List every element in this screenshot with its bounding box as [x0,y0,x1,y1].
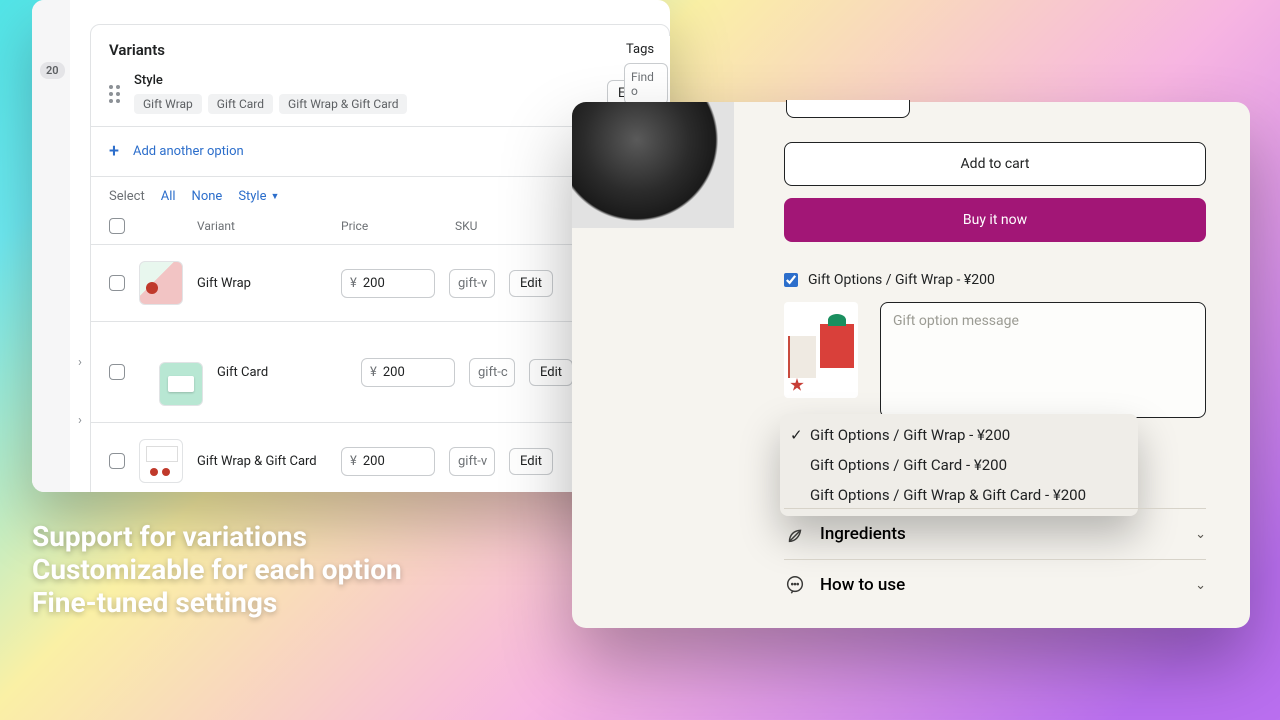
price-input[interactable]: ¥200 [361,358,455,387]
sku-input[interactable]: gift-c [469,358,515,387]
style-filter-dropdown[interactable]: Style▼ [238,189,279,204]
price-input[interactable]: ¥200 [341,269,435,298]
chevron-down-icon: ⌄ [1195,578,1206,593]
option-name: Style [134,73,593,88]
tags-search-input[interactable]: Find o [624,63,668,105]
option-pill: Gift Card [208,94,273,114]
marketing-tagline: Support for variations Customizable for … [32,520,402,619]
gift-option-label: Gift Options / Gift Wrap - ¥200 [808,272,995,288]
edit-variant-button[interactable]: Edit [529,359,573,386]
variant-name: Gift Wrap & Gift Card [197,454,327,469]
price-input[interactable]: ¥200 [341,447,435,476]
tagline-line: Support for variations [32,520,402,553]
th-sku: SKU [455,219,515,233]
th-variant: Variant [197,219,327,233]
chevron-down-icon: ⌄ [1195,527,1206,542]
option-values: Gift Wrap Gift Card Gift Wrap & Gift Car… [134,94,593,114]
accordion-ingredients[interactable]: Ingredients ⌄ [784,508,1206,559]
select-none-link[interactable]: None [192,189,223,204]
variant-name: Gift Card [217,365,347,380]
dropdown-option[interactable]: Gift Options / Gift Wrap - ¥200 [780,420,1138,450]
storefront-panel: Add to cart Buy it now Gift Options / Gi… [572,102,1250,628]
accordion-how-to-use[interactable]: How to use ⌄ [784,559,1206,610]
add-to-cart-button[interactable]: Add to cart [784,142,1206,186]
gift-option-dropdown[interactable]: Gift Options / Gift Wrap - ¥200 Gift Opt… [780,414,1138,516]
sku-input[interactable]: gift-v [449,447,495,476]
leaf-icon [784,523,806,545]
gift-message-textarea[interactable]: Gift option message [880,302,1206,418]
gift-option-checkbox[interactable] [784,273,798,287]
row-checkbox[interactable] [109,275,125,291]
gift-option-thumbnail [784,302,858,398]
row-checkbox[interactable] [109,364,125,380]
tags-label: Tags [624,36,670,63]
dropdown-option[interactable]: Gift Options / Gift Wrap & Gift Card - ¥… [780,480,1138,510]
buy-it-now-button[interactable]: Buy it now [784,198,1206,242]
variant-thumbnail[interactable] [139,261,183,305]
row-checkbox[interactable] [109,453,125,469]
variant-name: Gift Wrap [197,276,327,291]
tagline-line: Customizable for each option [32,553,402,586]
variant-thumbnail[interactable] [139,439,183,483]
product-image [572,102,734,228]
edit-variant-button[interactable]: Edit [509,270,553,297]
add-option-label: Add another option [133,144,244,159]
count-badge: 20 [40,62,65,79]
variant-thumbnail[interactable] [159,362,203,406]
select-label: Select [109,189,145,204]
select-all-checkbox[interactable] [109,218,125,234]
option-pill: Gift Wrap [134,94,202,114]
plus-icon: + [109,141,119,162]
th-price: Price [341,219,441,233]
drag-handle-icon[interactable] [109,85,120,103]
gift-option-checkbox-row[interactable]: Gift Options / Gift Wrap - ¥200 [784,272,1206,288]
accordion-title: How to use [820,575,1181,595]
caret-down-icon: ▼ [271,191,280,202]
edit-variant-button[interactable]: Edit [509,448,553,475]
accordion-title: Ingredients [820,524,1181,544]
quantity-selector[interactable] [786,100,910,118]
variants-heading: Variants [91,25,669,65]
select-all-link[interactable]: All [161,189,176,204]
sku-input[interactable]: gift-v [449,269,495,298]
chat-icon [784,574,806,596]
tagline-line: Fine-tuned settings [32,586,402,619]
option-pill: Gift Wrap & Gift Card [279,94,407,114]
product-accordion: Ingredients ⌄ How to use ⌄ [784,508,1206,610]
dropdown-option[interactable]: Gift Options / Gift Card - ¥200 [780,450,1138,480]
